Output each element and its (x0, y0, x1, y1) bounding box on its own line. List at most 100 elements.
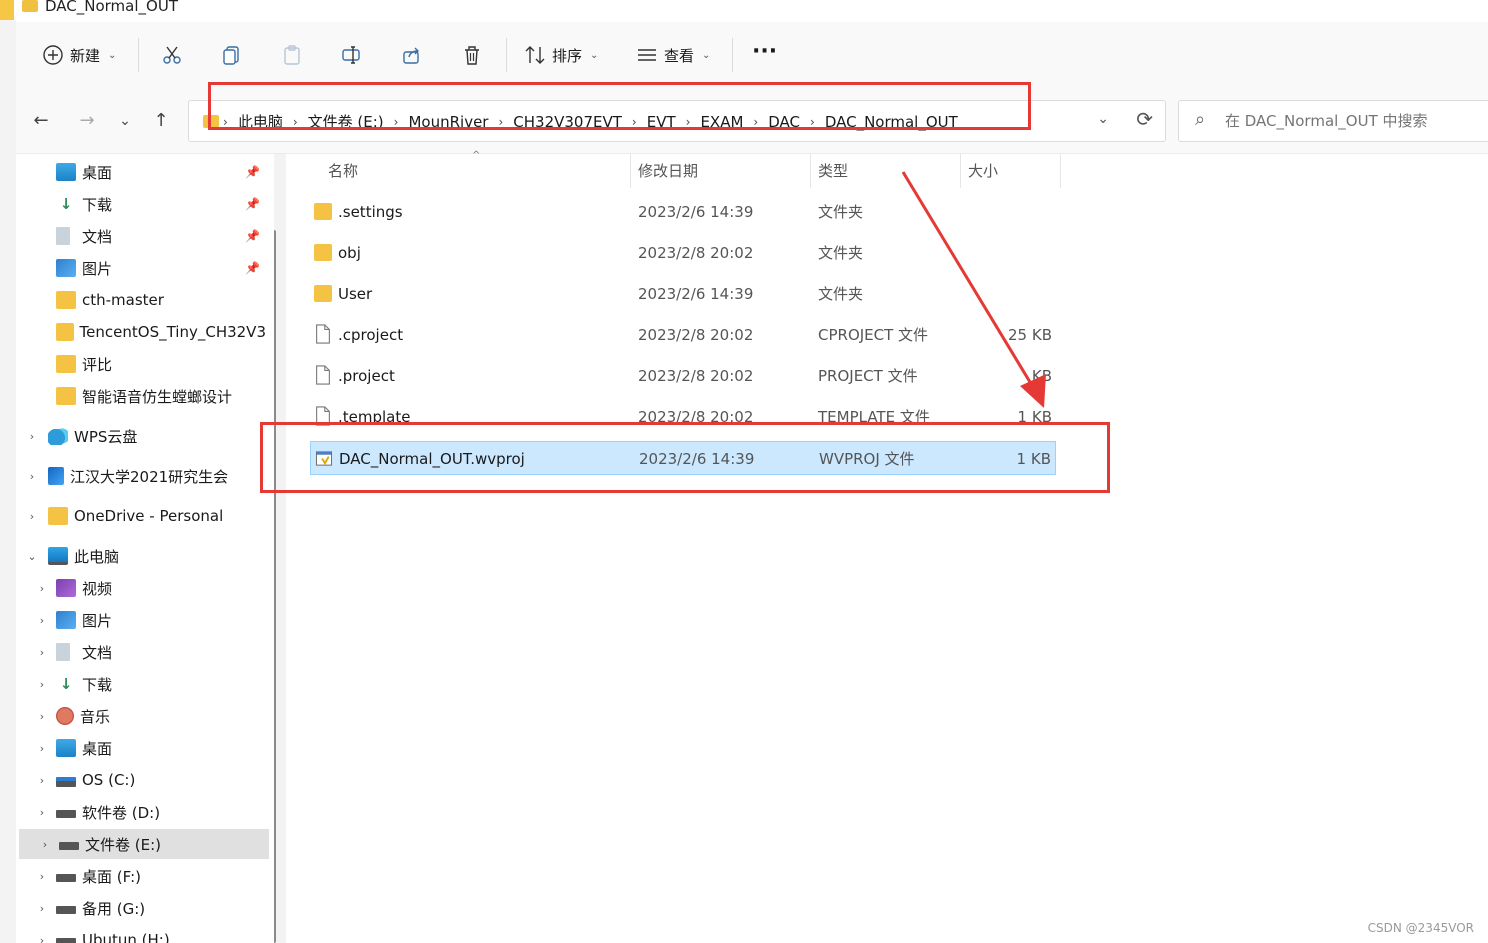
chevron-right-icon[interactable]: › (34, 902, 50, 915)
folder-icon (56, 291, 76, 309)
sidebar-item-label: Ubutun (H:) (82, 931, 170, 943)
chevron-right-icon[interactable]: › (34, 806, 50, 819)
chevron-right-icon[interactable]: › (34, 678, 50, 691)
delete-button[interactable] (461, 42, 483, 68)
column-header-name[interactable]: 名称 (328, 154, 358, 188)
search-box[interactable]: ⌕ (1178, 100, 1488, 142)
chevron-right-icon[interactable]: › (34, 774, 50, 787)
copy-button[interactable] (221, 42, 243, 68)
column-divider[interactable] (960, 154, 961, 188)
sidebar-item-drive-e[interactable]: › 文件卷 (E:) (19, 829, 269, 859)
sort-button[interactable]: 排序 ⌄ (524, 42, 598, 68)
sidebar-item-drive-c[interactable]: › OS (C:) (16, 765, 266, 795)
sidebar-item-mantis-design[interactable]: 智能语音仿生螳螂设计 (16, 381, 266, 411)
sidebar-item-drive-h[interactable]: › Ubutun (H:) (16, 925, 266, 943)
search-input[interactable] (1225, 109, 1485, 133)
new-button[interactable]: 新建 ⌄ (42, 42, 116, 68)
sidebar-item-label: OS (C:) (82, 771, 136, 789)
file-size: KB (1031, 367, 1052, 385)
annotation-box-address (208, 82, 1031, 130)
folder-icon (48, 507, 68, 525)
forward-button[interactable]: → (76, 110, 98, 132)
back-button[interactable]: ← (30, 110, 52, 132)
sidebar-item-documents-pc[interactable]: › 文档 (16, 637, 266, 667)
sidebar-item-desktop-pc[interactable]: › 桌面 (16, 733, 266, 763)
sidebar-item-cth-master[interactable]: cth-master (16, 285, 266, 315)
file-date: 2023/2/8 20:02 (638, 244, 754, 262)
up-button[interactable]: ↑ (150, 110, 172, 132)
more-options-button[interactable]: ··· (752, 38, 777, 64)
windows-drive-icon (56, 777, 76, 787)
file-type: 文件夹 (818, 244, 864, 262)
column-header-type[interactable]: 类型 (818, 154, 848, 188)
document-icon (56, 227, 70, 245)
sidebar-item-pictures[interactable]: 图片 📌 (16, 253, 266, 283)
chevron-right-icon[interactable]: › (34, 614, 50, 627)
command-bar: 新建 ⌄ 排序 ⌄ 查看 ⌄ ··· (16, 22, 1488, 88)
chevron-right-icon[interactable]: › (34, 710, 50, 723)
refresh-icon[interactable]: ⟳ (1136, 107, 1153, 131)
chevron-right-icon[interactable]: › (34, 870, 50, 883)
sidebar-item-tencentos[interactable]: TencentOS_Tiny_CH32V3 (16, 317, 266, 347)
sidebar-item-label: 智能语音仿生螳螂设计 (82, 387, 233, 406)
share-button[interactable] (401, 42, 423, 68)
new-label: 新建 (70, 46, 101, 65)
sidebar-item-jhun-cloud[interactable]: › 江汉大学2021研究生会 (16, 461, 266, 491)
back-arrow-icon: ← (33, 110, 49, 131)
file-name: .settings (338, 203, 403, 221)
chevron-down-icon[interactable]: ⌄ (24, 550, 40, 563)
sidebar-item-downloads-pc[interactable]: › ↓ 下载 (16, 669, 266, 699)
chevron-right-icon[interactable]: › (24, 510, 40, 523)
sidebar-item-drive-d[interactable]: › 软件卷 (D:) (16, 797, 266, 827)
sidebar-item-desktop[interactable]: 桌面 📌 (16, 157, 266, 187)
file-row[interactable]: .project 2023/2/8 20:02 PROJECT 文件 KB (310, 359, 1056, 393)
plus-circle-icon (43, 45, 63, 65)
file-row[interactable]: .settings 2023/2/6 14:39 文件夹 (310, 195, 1056, 229)
address-history-dropdown[interactable]: ⌄ (1097, 111, 1109, 127)
file-row[interactable]: obj 2023/2/8 20:02 文件夹 (310, 236, 1056, 270)
chevron-right-icon[interactable]: › (34, 742, 50, 755)
folder-icon (314, 203, 332, 220)
sidebar-item-pictures-pc[interactable]: › 图片 (16, 605, 266, 635)
chevron-right-icon[interactable]: › (34, 934, 50, 943)
sidebar-item-pingbi[interactable]: 评比 (16, 349, 266, 379)
chevron-right-icon[interactable]: › (34, 582, 50, 595)
sidebar-item-this-pc[interactable]: ⌄ 此电脑 (16, 541, 266, 571)
file-row[interactable]: User 2023/2/6 14:39 文件夹 (310, 277, 1056, 311)
folder-icon (56, 355, 76, 373)
rename-button[interactable] (341, 42, 363, 68)
chevron-right-icon[interactable]: › (24, 470, 40, 483)
sidebar-item-wps-cloud[interactable]: › WPS云盘 (16, 421, 266, 451)
cut-button[interactable] (161, 42, 183, 68)
recent-locations-button[interactable]: ⌄ (114, 110, 136, 132)
sidebar-item-documents[interactable]: 文档 📌 (16, 221, 266, 251)
window-edge (0, 20, 16, 943)
column-divider[interactable] (1060, 154, 1061, 188)
sidebar-item-downloads[interactable]: ↓ 下载 📌 (16, 189, 266, 219)
sidebar-item-music[interactable]: › 音乐 (16, 701, 266, 731)
sidebar-item-onedrive[interactable]: › OneDrive - Personal (16, 501, 266, 531)
desktop-icon (56, 163, 76, 181)
file-row[interactable]: .cproject 2023/2/8 20:02 CPROJECT 文件 25 … (310, 318, 1056, 352)
drive-icon (59, 842, 79, 850)
column-divider[interactable] (810, 154, 811, 188)
file-name: obj (338, 244, 361, 262)
more-icon: ··· (752, 38, 778, 64)
sidebar-item-videos[interactable]: › 视频 (16, 573, 266, 603)
paste-button[interactable] (281, 42, 303, 68)
sidebar-item-label: 此电脑 (74, 547, 120, 566)
sidebar-item-drive-g[interactable]: › 备用 (G:) (16, 893, 266, 923)
chevron-right-icon[interactable]: › (24, 430, 40, 443)
sidebar-item-drive-f[interactable]: › 桌面 (F:) (16, 861, 266, 891)
music-icon (56, 707, 74, 725)
sidebar-item-label: cth-master (82, 291, 164, 309)
chevron-right-icon[interactable]: › (37, 838, 53, 851)
column-header-date[interactable]: 修改日期 (638, 154, 698, 188)
chevron-right-icon[interactable]: › (34, 646, 50, 659)
file-icon (316, 365, 330, 385)
cloud-icon (48, 427, 68, 445)
file-type: CPROJECT 文件 (818, 326, 929, 344)
column-divider[interactable] (630, 154, 631, 188)
column-header-size[interactable]: 大小 (968, 154, 998, 188)
view-button[interactable]: 查看 ⌄ (636, 42, 710, 68)
